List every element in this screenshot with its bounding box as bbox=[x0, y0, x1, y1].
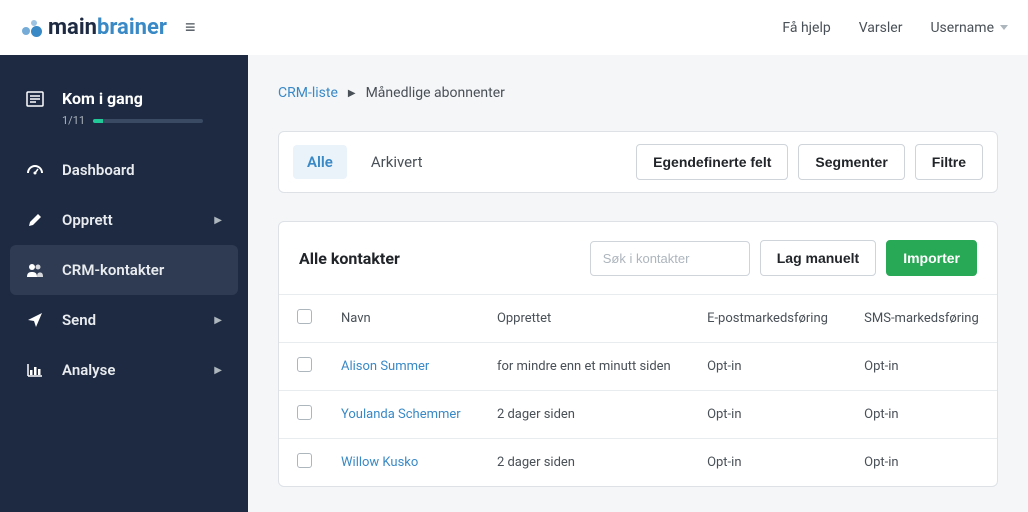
sidebar-item-dashboard[interactable]: Dashboard bbox=[0, 145, 248, 195]
contacts-card: Alle kontakter Lag manuelt Importer Navn… bbox=[278, 221, 998, 487]
table-row[interactable]: Youlanda Schemmer 2 dager siden Opt-in O… bbox=[279, 391, 997, 439]
getting-started-title: Kom i gang bbox=[62, 89, 143, 108]
sidebar-item-crm-contacts[interactable]: CRM-kontakter bbox=[10, 245, 238, 295]
contacts-table: Navn Opprettet E-postmarkedsføring SMS-m… bbox=[279, 294, 997, 486]
breadcrumb: CRM-liste ▶ Månedlige abonnenter bbox=[278, 85, 998, 101]
import-button[interactable]: Importer bbox=[886, 240, 977, 276]
custom-fields-button[interactable]: Egendefinerte felt bbox=[636, 144, 788, 180]
table-title: Alle kontakter bbox=[299, 249, 400, 268]
chevron-right-icon: ▶ bbox=[214, 215, 222, 226]
sidebar-getting-started[interactable]: Kom i gang 1/11 bbox=[0, 75, 248, 145]
help-link[interactable]: Få hjelp bbox=[782, 20, 830, 36]
chevron-down-icon bbox=[1000, 25, 1008, 30]
row-checkbox[interactable] bbox=[297, 453, 312, 468]
filters-button[interactable]: Filtre bbox=[915, 144, 983, 180]
tab-archived[interactable]: Arkivert bbox=[357, 145, 437, 179]
sidebar-item-label: CRM-kontakter bbox=[62, 261, 164, 279]
contact-sms-opt: Opt-in bbox=[846, 343, 997, 391]
alerts-link[interactable]: Varsler bbox=[859, 20, 903, 36]
list-icon bbox=[26, 90, 44, 108]
col-created: Opprettet bbox=[479, 295, 689, 343]
row-checkbox[interactable] bbox=[297, 357, 312, 372]
logo-dots-icon bbox=[20, 16, 44, 40]
contact-name[interactable]: Alison Summer bbox=[323, 343, 479, 391]
sidebar-item-create[interactable]: Opprett ▶ bbox=[0, 195, 248, 245]
hamburger-icon[interactable]: ≡ bbox=[185, 17, 196, 38]
col-name: Navn bbox=[323, 295, 479, 343]
contact-created: 2 dager siden bbox=[479, 391, 689, 439]
gauge-icon bbox=[26, 161, 44, 179]
search-input[interactable] bbox=[590, 241, 750, 276]
progress-bar bbox=[93, 119, 203, 123]
pencil-icon bbox=[26, 211, 44, 229]
sidebar-item-label: Send bbox=[62, 311, 96, 329]
select-all-checkbox[interactable] bbox=[297, 309, 312, 324]
tab-all[interactable]: Alle bbox=[293, 145, 347, 179]
breadcrumb-parent[interactable]: CRM-liste bbox=[278, 85, 338, 101]
contact-sms-opt: Opt-in bbox=[846, 391, 997, 439]
col-email: E-postmarkedsføring bbox=[689, 295, 846, 343]
contact-email-opt: Opt-in bbox=[689, 343, 846, 391]
sidebar: Kom i gang 1/11 Dashboard Opprett ▶ bbox=[0, 0, 248, 512]
logo-text-main: main bbox=[48, 15, 97, 40]
contact-email-opt: Opt-in bbox=[689, 439, 846, 487]
users-icon bbox=[26, 261, 44, 279]
row-checkbox[interactable] bbox=[297, 405, 312, 420]
getting-started-count: 1/11 bbox=[62, 114, 85, 127]
chevron-right-icon: ▶ bbox=[214, 365, 222, 376]
username-label: Username bbox=[930, 20, 994, 36]
col-sms: SMS-markedsføring bbox=[846, 295, 997, 343]
topbar-right: Få hjelp Varsler Username bbox=[782, 20, 1008, 36]
contact-email-opt: Opt-in bbox=[689, 391, 846, 439]
username-dropdown[interactable]: Username bbox=[930, 20, 1008, 36]
contact-created: for mindre enn et minutt siden bbox=[479, 343, 689, 391]
sidebar-item-label: Dashboard bbox=[62, 161, 135, 179]
logo[interactable]: mainbrainer bbox=[20, 15, 167, 40]
segments-button[interactable]: Segmenter bbox=[798, 144, 904, 180]
contact-created: 2 dager siden bbox=[479, 439, 689, 487]
contact-name[interactable]: Willow Kusko bbox=[323, 439, 479, 487]
contact-sms-opt: Opt-in bbox=[846, 439, 997, 487]
table-row[interactable]: Alison Summer for mindre enn et minutt s… bbox=[279, 343, 997, 391]
table-row[interactable]: Willow Kusko 2 dager siden Opt-in Opt-in bbox=[279, 439, 997, 487]
send-icon bbox=[26, 311, 44, 329]
sidebar-item-send[interactable]: Send ▶ bbox=[0, 295, 248, 345]
logo-text-accent: brainer bbox=[97, 15, 167, 40]
tabs-card: Alle Arkivert Egendefinerte felt Segment… bbox=[278, 131, 998, 193]
table-header: Alle kontakter Lag manuelt Importer bbox=[279, 222, 997, 294]
breadcrumb-current: Månedlige abonnenter bbox=[366, 85, 505, 101]
create-manual-button[interactable]: Lag manuelt bbox=[760, 240, 876, 276]
sidebar-item-analyze[interactable]: Analyse ▶ bbox=[0, 345, 248, 395]
contact-name[interactable]: Youlanda Schemmer bbox=[323, 391, 479, 439]
breadcrumb-separator-icon: ▶ bbox=[348, 88, 356, 99]
topbar: mainbrainer ≡ Få hjelp Varsler Username bbox=[0, 0, 1028, 55]
main-content: CRM-liste ▶ Månedlige abonnenter Alle Ar… bbox=[248, 0, 1028, 512]
chart-icon bbox=[26, 361, 44, 379]
sidebar-item-label: Analyse bbox=[62, 361, 115, 379]
chevron-right-icon: ▶ bbox=[214, 315, 222, 326]
sidebar-item-label: Opprett bbox=[62, 211, 113, 229]
